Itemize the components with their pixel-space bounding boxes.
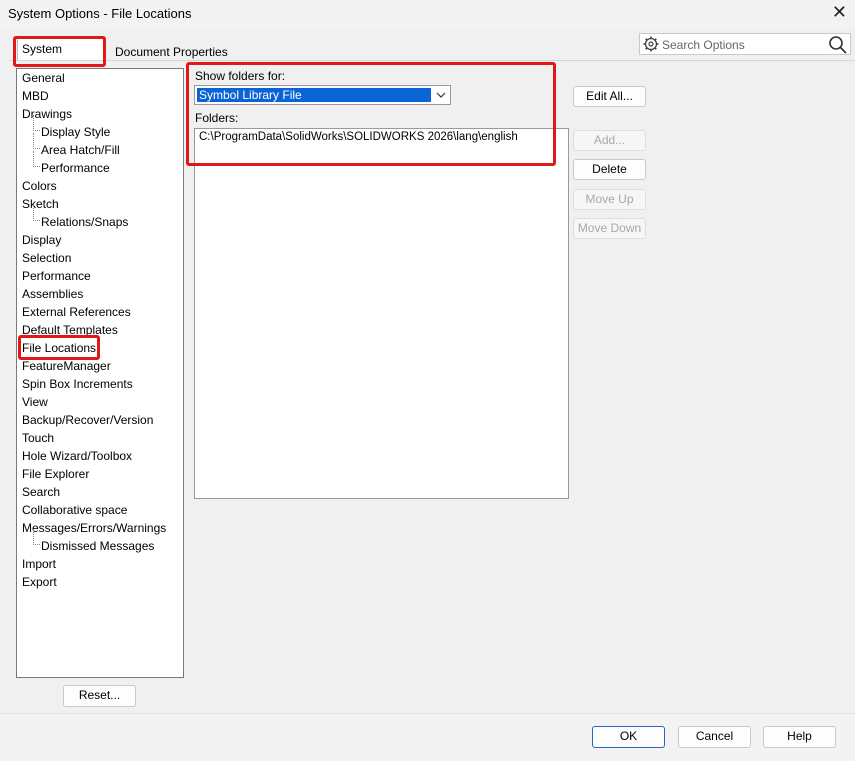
options-tree[interactable]: General MBD Drawings Display Style Area Hatc…: [16, 68, 184, 678]
tree-item[interactable]: FeatureManager: [22, 358, 111, 374]
tree-item[interactable]: General: [22, 70, 65, 86]
tree-item[interactable]: Touch: [22, 430, 54, 446]
tree-item[interactable]: Area Hatch/Fill: [41, 142, 120, 158]
search-placeholder: Search Options: [662, 38, 745, 52]
close-icon[interactable]: ✕: [832, 2, 847, 22]
tree-item[interactable]: Spin Box Increments: [22, 376, 133, 392]
tree-item[interactable]: Messages/Errors/Warnings: [22, 520, 166, 536]
tree-item[interactable]: Backup/Recover/Version: [22, 412, 153, 428]
chevron-down-icon[interactable]: [435, 88, 447, 105]
folders-list[interactable]: C:\ProgramData\SolidWorks\SOLIDWORKS 202…: [194, 128, 569, 499]
tree-connector: [33, 133, 40, 149]
move-down-button[interactable]: Move Down: [573, 218, 646, 239]
tree-connector: [33, 151, 40, 167]
tree-item[interactable]: Export: [22, 574, 57, 590]
tree-connector: [33, 115, 40, 131]
tree-item[interactable]: Relations/Snaps: [41, 214, 128, 230]
ok-button[interactable]: OK: [592, 726, 665, 748]
tree-item[interactable]: MBD: [22, 88, 49, 104]
tree-item[interactable]: Colors: [22, 178, 57, 194]
tab-system-options[interactable]: System Options: [17, 38, 105, 77]
edit-all-button[interactable]: Edit All...: [573, 86, 646, 107]
tree-item[interactable]: Selection: [22, 250, 71, 266]
delete-button[interactable]: Delete: [573, 159, 646, 180]
tree-item[interactable]: Performance: [22, 268, 91, 284]
tree-item[interactable]: Assemblies: [22, 286, 83, 302]
tree-item[interactable]: File Locations: [22, 340, 96, 356]
tree-item[interactable]: Hole Wizard/Toolbox: [22, 448, 132, 464]
tree-item[interactable]: Drawings: [22, 106, 72, 122]
show-folders-label: Show folders for:: [195, 69, 286, 83]
tree-item[interactable]: Display Style: [41, 124, 110, 140]
title-bar: System Options - File Locations ✕: [0, 0, 855, 28]
tree-connector: [33, 205, 40, 221]
window-title: System Options - File Locations: [8, 6, 192, 21]
folders-label: Folders:: [195, 111, 239, 125]
tree-item[interactable]: Dismissed Messages: [41, 538, 154, 554]
tree-item[interactable]: Performance: [41, 160, 110, 176]
tree-item[interactable]: External References: [22, 304, 131, 320]
tree-item[interactable]: Sketch: [22, 196, 59, 212]
search-box[interactable]: Search Options: [639, 33, 851, 55]
tree-item[interactable]: Search: [22, 484, 60, 500]
tree-item[interactable]: Display: [22, 232, 61, 248]
tree-item[interactable]: Import: [22, 556, 56, 572]
reset-button[interactable]: Reset...: [63, 685, 136, 707]
search-icon[interactable]: [828, 35, 848, 58]
tree-item[interactable]: Default Templates: [22, 322, 118, 338]
tree-item[interactable]: Collaborative space: [22, 502, 127, 518]
tree-item[interactable]: File Explorer: [22, 466, 89, 482]
gear-icon[interactable]: [642, 35, 660, 56]
show-folders-value: Symbol Library File: [197, 88, 431, 102]
show-folders-dropdown[interactable]: Symbol Library File: [194, 85, 451, 105]
cancel-button[interactable]: Cancel: [678, 726, 751, 748]
help-button[interactable]: Help: [763, 726, 836, 748]
move-up-button[interactable]: Move Up: [573, 189, 646, 210]
tree-connector: [33, 529, 40, 545]
folder-path-item[interactable]: C:\ProgramData\SolidWorks\SOLIDWORKS 202…: [199, 131, 518, 143]
tree-item[interactable]: View: [22, 394, 48, 410]
add-button[interactable]: Add...: [573, 130, 646, 151]
